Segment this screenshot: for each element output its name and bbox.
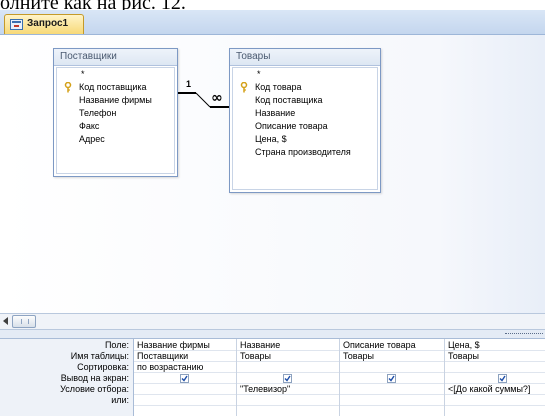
show-checkbox[interactable]: [180, 374, 189, 383]
field-list-item-key[interactable]: Код поставщика: [57, 81, 174, 94]
grid-cell-or[interactable]: [340, 395, 444, 406]
row-label-table: Имя таблицы:: [70, 351, 129, 361]
grid-cell-table[interactable]: Товары: [445, 351, 545, 362]
grid-cell-show[interactable]: [134, 373, 236, 384]
grid-cell-show[interactable]: [237, 373, 339, 384]
relation-many-label: ∞: [211, 90, 223, 106]
grid-cell-criteria[interactable]: [134, 384, 236, 395]
row-label-show: Вывод на экран:: [60, 373, 129, 383]
grid-row-labels: Поле: Имя таблицы: Сортировка: Вывод на …: [0, 339, 134, 416]
scroll-thumb[interactable]: [12, 315, 36, 328]
scroll-left-arrow-icon[interactable]: [3, 317, 8, 325]
table-suppliers-field-list[interactable]: * Код поставщика Название фирмы Телефон …: [56, 67, 175, 174]
grid-cell-or[interactable]: [237, 395, 339, 406]
tab-label: Запрос1: [27, 18, 69, 29]
show-checkbox[interactable]: [283, 374, 292, 383]
grid-cell-sort[interactable]: [340, 362, 444, 373]
grid-column-4[interactable]: Цена, $ Товары <[До какой суммы?]: [445, 339, 545, 416]
grid-cell-criteria[interactable]: "Телевизор": [237, 384, 339, 395]
horizontal-scrollbar[interactable]: [0, 313, 545, 330]
field-list-item[interactable]: Адрес: [57, 133, 174, 146]
field-list-item-key[interactable]: Код товара: [233, 81, 377, 94]
grid-column-1[interactable]: Название фирмы Поставщики по возрастанию: [134, 339, 237, 416]
grid-cell-table[interactable]: Поставщики: [134, 351, 236, 362]
grid-cell-field[interactable]: Цена, $: [445, 340, 545, 351]
grid-cell-criteria[interactable]: [340, 384, 444, 395]
primary-key-icon: [240, 82, 248, 93]
grid-cell-or[interactable]: [445, 395, 545, 406]
grid-cell-sort[interactable]: по возрастанию: [134, 362, 236, 373]
grid-cell-field[interactable]: Название: [237, 340, 339, 351]
grid-cell-field[interactable]: Описание товара: [340, 340, 444, 351]
row-label-criteria: Условие отбора:: [60, 384, 129, 394]
relation-one-label: 1: [186, 79, 191, 89]
field-list-item[interactable]: Название: [233, 107, 377, 120]
pane-splitter[interactable]: [0, 330, 545, 339]
grid-cell-table[interactable]: Товары: [237, 351, 339, 362]
show-checkbox[interactable]: [498, 374, 507, 383]
grid-column-3[interactable]: Описание товара Товары: [340, 339, 445, 416]
grid-cell-or[interactable]: [134, 395, 236, 406]
query-icon: [10, 19, 23, 30]
splitter-grip-icon[interactable]: [505, 333, 543, 336]
row-label-or: или:: [111, 395, 129, 405]
field-list-item[interactable]: Цена, $: [233, 133, 377, 146]
field-list-item[interactable]: Описание товара: [233, 120, 377, 133]
grid-cell-table[interactable]: Товары: [340, 351, 444, 362]
field-list-item[interactable]: Телефон: [57, 107, 174, 120]
field-list-item[interactable]: Название фирмы: [57, 94, 174, 107]
table-products-title[interactable]: Товары: [230, 49, 380, 66]
grid-cell-field[interactable]: Название фирмы: [134, 340, 236, 351]
field-list-item[interactable]: Факс: [57, 120, 174, 133]
document-tab-strip: Запрос1: [0, 10, 545, 35]
grid-cell-sort[interactable]: [445, 362, 545, 373]
grid-cell-criteria[interactable]: <[До какой суммы?]: [445, 384, 545, 395]
row-label-sort: Сортировка:: [77, 362, 129, 372]
field-name: Код поставщика: [79, 82, 147, 92]
grid-cell-show[interactable]: [340, 373, 444, 384]
field-list-item[interactable]: *: [57, 68, 174, 81]
table-products[interactable]: Товары * Код товара Код поставщика Назва…: [229, 48, 381, 193]
table-suppliers-title[interactable]: Поставщики: [54, 49, 177, 66]
grid-cell-show[interactable]: [445, 373, 545, 384]
field-list-item[interactable]: *: [233, 68, 377, 81]
field-list-item[interactable]: Страна производителя: [233, 146, 377, 159]
table-products-field-list[interactable]: * Код товара Код поставщика Название Опи…: [232, 67, 378, 190]
row-label-field: Поле:: [104, 340, 129, 350]
table-suppliers[interactable]: Поставщики * Код поставщика Название фир…: [53, 48, 178, 177]
query-design-grid[interactable]: Поле: Имя таблицы: Сортировка: Вывод на …: [0, 339, 545, 416]
grid-cell-sort[interactable]: [237, 362, 339, 373]
show-checkbox[interactable]: [387, 374, 396, 383]
grid-column-2[interactable]: Название Товары "Телевизор": [237, 339, 340, 416]
primary-key-icon: [64, 82, 72, 93]
field-name: Код товара: [255, 82, 302, 92]
query-design-area[interactable]: 1 ∞ Поставщики * Код поставщика Название…: [0, 35, 545, 313]
field-list-item[interactable]: Код поставщика: [233, 94, 377, 107]
tab-query1[interactable]: Запрос1: [4, 14, 84, 34]
